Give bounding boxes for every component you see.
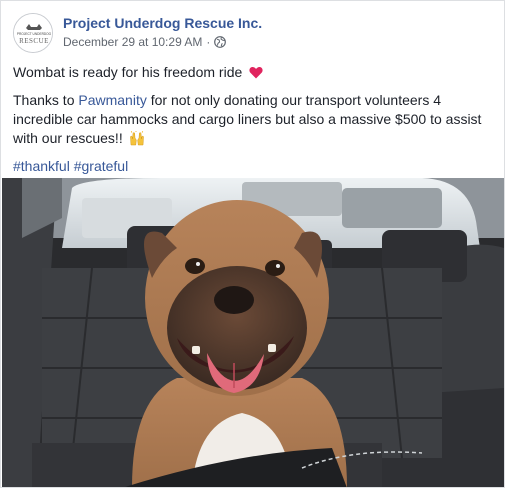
post-line-1: Wombat is ready for his freedom ride — [13, 63, 495, 82]
page-avatar[interactable]: PROJECT UNDERDOG RESCUE — [13, 13, 53, 53]
logo-text-bottom: RESCUE — [19, 37, 49, 45]
post-card: PROJECT UNDERDOG RESCUE Project Underdog… — [0, 0, 505, 488]
rescue-logo-icon: PROJECT UNDERDOG RESCUE — [14, 14, 52, 52]
page-name-link[interactable]: Project Underdog Rescue Inc. — [63, 15, 262, 31]
globe-icon[interactable] — [214, 36, 227, 48]
post-meta: December 29 at 10:29 AM · — [63, 35, 227, 49]
dog-in-car-photo — [2, 178, 504, 487]
post-header: PROJECT UNDERDOG RESCUE Project Underdog… — [13, 13, 493, 55]
post-timestamp[interactable]: December 29 at 10:29 AM — [63, 35, 202, 49]
post-line-2: Thanks to Pawmanity for not only donatin… — [13, 91, 495, 148]
post-photo[interactable] — [2, 178, 504, 487]
post-line-2-prefix: Thanks to — [13, 92, 79, 108]
heart-icon — [249, 66, 263, 79]
meta-separator: · — [206, 35, 211, 49]
post-body: Wombat is ready for his freedom ride Tha… — [13, 63, 495, 185]
pawmanity-link[interactable]: Pawmanity — [78, 92, 146, 108]
raised-hands-icon — [129, 131, 144, 146]
hashtag-thankful[interactable]: #thankful — [13, 158, 70, 174]
post-hashtags: #thankful #grateful — [13, 157, 495, 176]
hashtag-grateful[interactable]: #grateful — [74, 158, 128, 174]
post-line-1-text: Wombat is ready for his freedom ride — [13, 64, 243, 80]
logo-text-top: PROJECT UNDERDOG — [17, 32, 52, 36]
